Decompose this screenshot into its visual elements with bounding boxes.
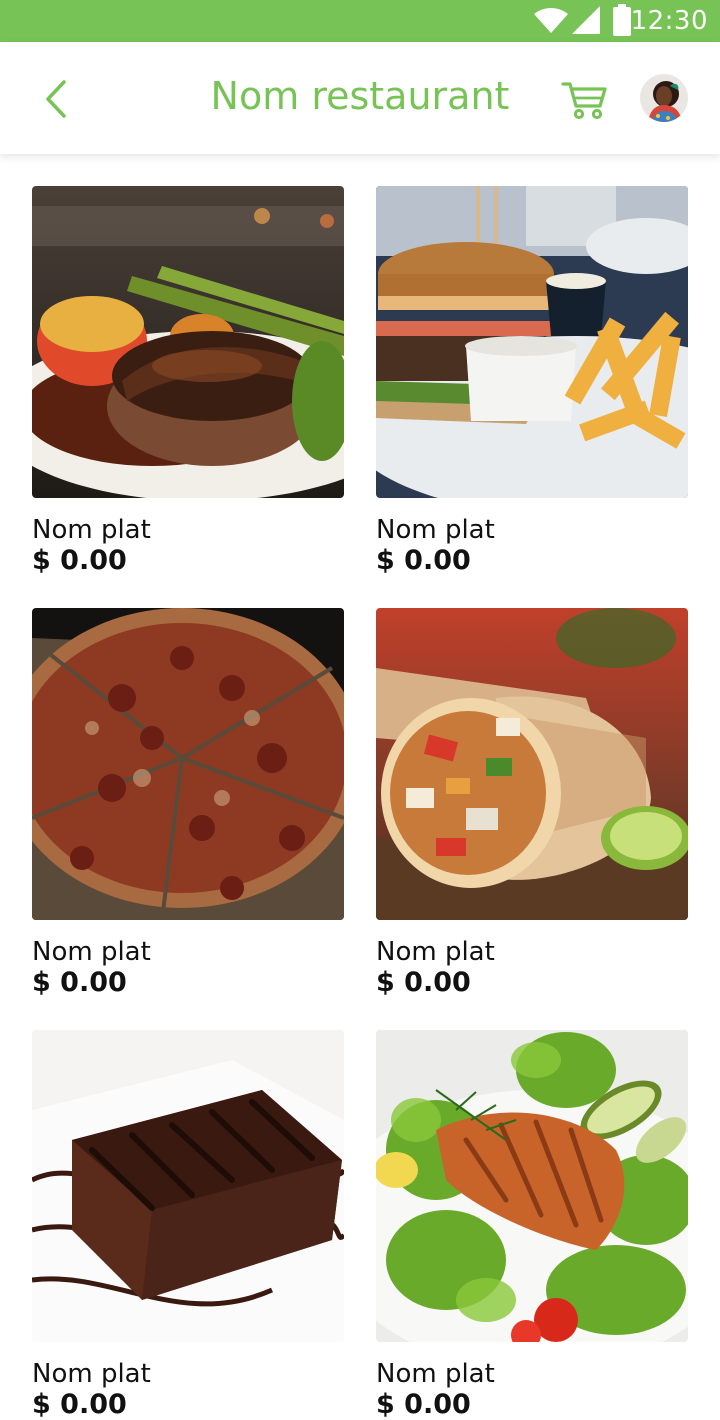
wifi-icon [534, 8, 568, 33]
dish-price: $ 0.00 [32, 545, 127, 576]
dish-card[interactable]: Nom plat $ 0.00 [32, 1030, 344, 1420]
clock-time: 12:30 [630, 6, 708, 36]
dish-price: $ 0.00 [376, 545, 471, 576]
steak-photo [32, 186, 344, 498]
dish-grid: Nom plat $ 0.00 Nom plat $ 0.00 Nom plat… [32, 186, 688, 1420]
status-bar: 12:30 [0, 0, 720, 42]
dish-card[interactable]: Nom plat $ 0.00 [32, 186, 344, 576]
dish-name: Nom plat [32, 515, 151, 545]
salmon-salad-photo [376, 1030, 688, 1342]
dish-name: Nom plat [376, 1359, 495, 1389]
chocolate-cake-photo [32, 1030, 344, 1342]
battery-icon [613, 4, 631, 36]
user-avatar[interactable] [640, 74, 688, 122]
dish-card[interactable]: Nom plat $ 0.00 [376, 1030, 688, 1420]
dish-name: Nom plat [32, 1359, 151, 1389]
dish-price: $ 0.00 [376, 967, 471, 998]
dish-price: $ 0.00 [32, 967, 127, 998]
signal-icon [572, 6, 600, 34]
dish-name: Nom plat [32, 937, 151, 967]
dish-price: $ 0.00 [376, 1389, 471, 1420]
dish-card[interactable]: Nom plat $ 0.00 [376, 608, 688, 998]
burrito-photo [376, 608, 688, 920]
dish-card[interactable]: Nom plat $ 0.00 [32, 608, 344, 998]
burger-photo [376, 186, 688, 498]
cart-icon[interactable] [560, 78, 608, 120]
pizza-photo [32, 608, 344, 920]
page-title: Nom restaurant [210, 74, 510, 118]
dish-name: Nom plat [376, 515, 495, 545]
dish-card[interactable]: Nom plat $ 0.00 [376, 186, 688, 576]
dish-name: Nom plat [376, 937, 495, 967]
app-bar: Nom restaurant [0, 42, 720, 154]
dish-price: $ 0.00 [32, 1389, 127, 1420]
